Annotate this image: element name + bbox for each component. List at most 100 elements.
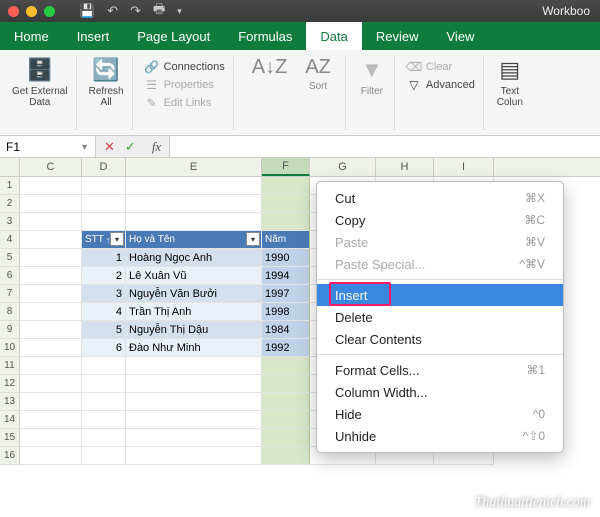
ctx-unhide[interactable]: Unhide^⇧0: [317, 425, 563, 447]
row-header[interactable]: 16: [0, 447, 20, 465]
column-header-h[interactable]: H: [376, 158, 434, 176]
advanced-button[interactable]: ▽Advanced: [407, 78, 475, 92]
cell[interactable]: [262, 447, 310, 465]
clear-button[interactable]: ⌫Clear: [407, 60, 475, 74]
filter-button[interactable]: ▼ Filter: [358, 56, 386, 97]
cell[interactable]: [82, 429, 126, 447]
cell[interactable]: [20, 303, 82, 321]
cell[interactable]: Họ và Tên▾: [126, 231, 262, 249]
filter-dropdown-icon[interactable]: ▾: [110, 232, 124, 246]
cell[interactable]: [126, 177, 262, 195]
cell[interactable]: 1992: [262, 339, 310, 357]
column-header-f[interactable]: F: [262, 158, 310, 176]
row-header[interactable]: 1: [0, 177, 20, 195]
ctx-paste-special[interactable]: Paste Special...^⌘V: [317, 253, 563, 275]
cell[interactable]: [20, 231, 82, 249]
cell[interactable]: [82, 393, 126, 411]
minimize-window-button[interactable]: [26, 6, 37, 17]
cell[interactable]: [20, 375, 82, 393]
tab-page-layout[interactable]: Page Layout: [123, 22, 224, 50]
cell[interactable]: [262, 357, 310, 375]
column-header-i[interactable]: I: [434, 158, 494, 176]
ctx-cut[interactable]: Cut⌘X: [317, 187, 563, 209]
ctx-insert[interactable]: Insert: [317, 284, 563, 306]
cell[interactable]: 5: [82, 321, 126, 339]
cell[interactable]: [262, 177, 310, 195]
row-header[interactable]: 7: [0, 285, 20, 303]
cell[interactable]: 3: [82, 285, 126, 303]
ctx-column-width[interactable]: Column Width...: [317, 381, 563, 403]
ctx-paste[interactable]: Paste⌘V: [317, 231, 563, 253]
cell[interactable]: [20, 339, 82, 357]
select-all-corner[interactable]: [0, 158, 20, 176]
cell[interactable]: 1997: [262, 285, 310, 303]
cell[interactable]: [262, 411, 310, 429]
cell[interactable]: [20, 267, 82, 285]
row-header[interactable]: 5: [0, 249, 20, 267]
cell[interactable]: Lê Xuân Vũ: [126, 267, 262, 285]
cell[interactable]: [20, 429, 82, 447]
cell[interactable]: Trần Thị Anh: [126, 303, 262, 321]
row-header[interactable]: 13: [0, 393, 20, 411]
cell[interactable]: [20, 177, 82, 195]
cell[interactable]: Nguyễn Văn Bưởi: [126, 285, 262, 303]
tab-view[interactable]: View: [433, 22, 489, 50]
column-header-d[interactable]: D: [82, 158, 126, 176]
cell[interactable]: [262, 429, 310, 447]
save-icon[interactable]: 💾: [79, 3, 95, 19]
chevron-down-icon[interactable]: ▼: [80, 142, 89, 152]
cell[interactable]: [126, 213, 262, 231]
row-header[interactable]: 11: [0, 357, 20, 375]
cell[interactable]: [262, 375, 310, 393]
row-header[interactable]: 15: [0, 429, 20, 447]
redo-icon[interactable]: ↷: [130, 3, 141, 19]
cell[interactable]: [262, 393, 310, 411]
fx-label[interactable]: fx: [146, 139, 161, 155]
chevron-down-icon[interactable]: ▾: [177, 6, 182, 17]
cell[interactable]: [82, 213, 126, 231]
cell[interactable]: [262, 195, 310, 213]
cell[interactable]: Hoàng Ngọc Anh: [126, 249, 262, 267]
row-header[interactable]: 3: [0, 213, 20, 231]
cell[interactable]: [20, 357, 82, 375]
cell[interactable]: [82, 375, 126, 393]
maximize-window-button[interactable]: [44, 6, 55, 17]
cell[interactable]: 1990: [262, 249, 310, 267]
cell[interactable]: [82, 447, 126, 465]
cell[interactable]: [262, 213, 310, 231]
cell[interactable]: Nguyễn Thị Dậu: [126, 321, 262, 339]
cell[interactable]: [82, 195, 126, 213]
cell[interactable]: [126, 411, 262, 429]
cell[interactable]: [20, 249, 82, 267]
tab-data[interactable]: Data: [306, 22, 361, 50]
cell[interactable]: [20, 411, 82, 429]
tab-insert[interactable]: Insert: [63, 22, 124, 50]
sort-button[interactable]: AZSort: [299, 56, 337, 92]
cell[interactable]: [20, 321, 82, 339]
cell[interactable]: 6: [82, 339, 126, 357]
row-header[interactable]: 12: [0, 375, 20, 393]
undo-icon[interactable]: ↶: [107, 3, 118, 19]
cell[interactable]: [82, 411, 126, 429]
sort-asc-button[interactable]: A↓Z: [246, 56, 294, 79]
cell[interactable]: 1: [82, 249, 126, 267]
cell[interactable]: STT↑▾: [82, 231, 126, 249]
row-header[interactable]: 2: [0, 195, 20, 213]
cell[interactable]: 2: [82, 267, 126, 285]
edit-links-button[interactable]: ✎Edit Links: [145, 96, 225, 110]
ctx-clear-contents[interactable]: Clear Contents: [317, 328, 563, 350]
cell[interactable]: [82, 357, 126, 375]
cell[interactable]: [126, 429, 262, 447]
row-header[interactable]: 6: [0, 267, 20, 285]
close-window-button[interactable]: [8, 6, 19, 17]
ctx-copy[interactable]: Copy⌘C: [317, 209, 563, 231]
cell[interactable]: 1984: [262, 321, 310, 339]
row-header[interactable]: 10: [0, 339, 20, 357]
cell[interactable]: [126, 357, 262, 375]
cancel-formula-button[interactable]: ✕: [104, 139, 115, 155]
get-external-data-button[interactable]: 🗄️ Get External Data: [12, 56, 68, 108]
cell[interactable]: [82, 177, 126, 195]
text-to-columns-button[interactable]: ▤ Text Colun: [496, 56, 524, 108]
cell[interactable]: [20, 393, 82, 411]
cell[interactable]: 1998: [262, 303, 310, 321]
